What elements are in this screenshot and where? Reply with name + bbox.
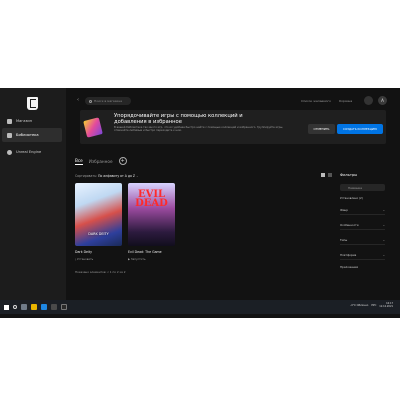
filter-features[interactable]: Особенности ⌄: [340, 220, 385, 230]
sidebar-item-label: Unreal Engine: [16, 150, 42, 154]
create-collection-button[interactable]: СОЗДАТЬ КОЛЛЕКЦИЮ: [337, 124, 383, 134]
sidebar-item-unreal[interactable]: Unreal Engine: [2, 145, 62, 159]
tab-all[interactable]: Все: [75, 158, 83, 165]
search-icon[interactable]: [13, 305, 17, 309]
view-toggle: [321, 173, 332, 177]
task-view-icon[interactable]: [21, 304, 27, 310]
sidebar-item-library[interactable]: Библиотека: [2, 128, 62, 142]
language-indicator[interactable]: РУС: [371, 304, 376, 307]
chevron-down-icon: ⌄: [382, 207, 385, 212]
cover-title: EVIL DEAD: [135, 189, 168, 209]
avatar[interactable]: A: [378, 96, 387, 105]
search-placeholder: Поиск в магазине: [94, 99, 123, 103]
list-view-icon[interactable]: [328, 173, 332, 177]
browser-icon[interactable]: [41, 304, 47, 310]
search-input[interactable]: Поиск в магазине: [85, 97, 131, 105]
friends-icon[interactable]: [364, 96, 373, 105]
add-collection-icon[interactable]: +: [118, 157, 127, 165]
windows-taskbar: -4°C Облачно РУС 16:17 12.12.2021: [0, 300, 400, 314]
sort-label: Сортировать:: [75, 174, 98, 178]
game-cover[interactable]: DARK DEITY: [75, 183, 122, 246]
chevron-down-icon: ⌄: [382, 222, 385, 227]
filters-title: Фильтры: [340, 173, 358, 177]
chevron-down-icon: ⌄: [382, 237, 385, 242]
tag-icon: [7, 118, 12, 124]
filter-search-input[interactable]: Название: [340, 184, 385, 191]
game-card-dark-deity[interactable]: DARK DEITY Dark Deity ⤓ Установить: [75, 183, 122, 261]
items-shown-text: Показано элементов: с 1 по 2 из 2: [75, 270, 126, 274]
nav-wishlist[interactable]: Список желаемого: [301, 99, 331, 103]
library-tabs: Все Избранное +: [75, 157, 127, 165]
chevron-down-icon: ⌄: [382, 252, 385, 257]
filter-apps[interactable]: Приложения: [340, 265, 390, 269]
search-icon: [89, 99, 92, 103]
sort-control[interactable]: Сортировать: По алфавиту от А до Z ⌄: [75, 174, 139, 178]
cover-title: DARK DEITY: [88, 232, 109, 236]
game-action[interactable]: ▶ Запустить: [128, 257, 175, 261]
chevron-left-icon[interactable]: ‹: [77, 97, 79, 103]
nav-cart[interactable]: Корзина: [339, 99, 352, 103]
file-explorer-icon[interactable]: [31, 304, 37, 310]
game-action[interactable]: ⤓ Установить: [75, 257, 122, 261]
filter-platform[interactable]: Платформа ⌄: [340, 250, 385, 260]
game-card-evil-dead[interactable]: EVIL DEAD Evil Dead: The Game ▶ Запустит…: [128, 183, 175, 261]
system-tray: -4°C Облачно РУС 16:17 12.12.2021: [350, 302, 393, 308]
epic-games-logo[interactable]: [27, 97, 38, 110]
clock[interactable]: 16:17 12.12.2021: [379, 302, 393, 308]
windows-start-icon[interactable]: [4, 304, 9, 310]
unreal-icon: [7, 149, 12, 155]
sidebar: Магазин Библиотека Unreal Engine: [0, 88, 66, 300]
weather-widget[interactable]: -4°C Облачно: [350, 304, 368, 307]
sidebar-item-label: Библиотека: [16, 133, 39, 137]
filter-types[interactable]: Типы ⌄: [340, 235, 385, 245]
game-title: Dark Deity: [75, 250, 93, 254]
banner-title: Упорядочивайте игры с помощью коллекций …: [114, 113, 243, 126]
store-icon[interactable]: [51, 304, 57, 310]
sidebar-item-label: Магазин: [16, 119, 32, 123]
banner-text: В вашей библиотеке так много игр, что их…: [114, 126, 284, 133]
epic-games-taskbar-icon[interactable]: [61, 304, 67, 310]
sidebar-item-store[interactable]: Магазин: [2, 114, 62, 128]
collections-illustration: [83, 117, 103, 138]
collections-banner: Упорядочивайте игры с помощью коллекций …: [80, 110, 386, 144]
dismiss-button[interactable]: ОТМЕНИТЬ: [308, 124, 335, 134]
grid-view-icon[interactable]: [321, 173, 325, 177]
sort-value: По алфавиту от А до Z: [98, 174, 136, 178]
epic-launcher-window: Магазин Библиотека Unreal Engine ‹ Поиск…: [0, 88, 400, 318]
filters-panel: Фильтры Название Установлено (2) Жанр ⌄ О…: [340, 173, 390, 269]
filter-genre[interactable]: Жанр ⌄: [340, 205, 385, 215]
tab-favorites[interactable]: Избранное: [89, 159, 113, 164]
game-cover[interactable]: EVIL DEAD: [128, 183, 175, 246]
grid-icon: [7, 132, 12, 138]
game-title: Evil Dead: The Game: [128, 250, 162, 254]
installed-filter[interactable]: Установлено (2): [340, 196, 390, 200]
